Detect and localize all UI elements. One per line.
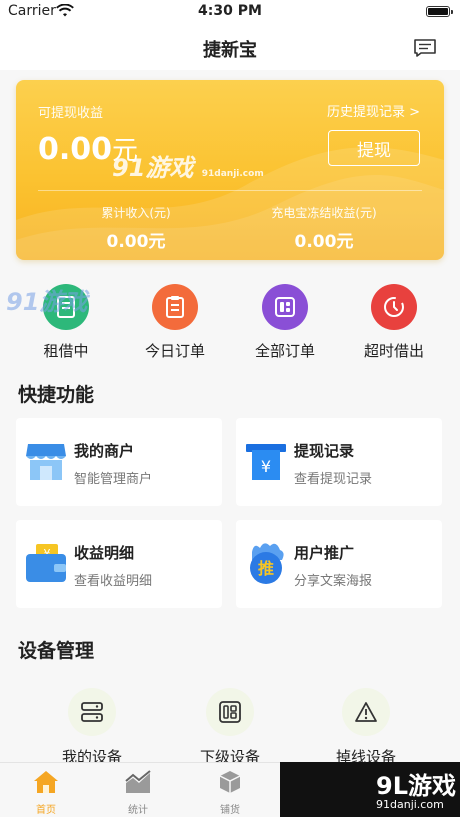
shortcut-user-promotion-title: 用户推广 (294, 544, 355, 562)
device-sub-devices[interactable]: 下级设备 (170, 688, 290, 767)
cumulative-income: 累计收入(元) 0.00元 (36, 204, 236, 252)
quick-actions: 租借中 今日订单 全部订单 超时借出 (0, 280, 460, 360)
quick-action-renting-label: 租借中 (43, 342, 89, 360)
devices-title: 设备管理 (18, 640, 95, 662)
battery-icon (426, 6, 453, 17)
card-divider (38, 190, 422, 191)
quick-action-today-label: 今日订单 (144, 342, 205, 360)
chart-icon (125, 770, 151, 793)
shortcut-my-merchants-subtitle: 智能管理商户 (74, 472, 153, 487)
devices-icon (219, 701, 241, 723)
watermark-corner: 9L游戏 91danji.com (280, 762, 460, 817)
quick-action-today-circle (152, 284, 198, 330)
device-offline-devices[interactable]: 掉线设备 (306, 688, 426, 767)
warning-icon (355, 702, 377, 722)
quick-action-overdue[interactable]: 超时借出 (344, 280, 444, 361)
shortcut-withdraw-records-subtitle: 查看提现记录 (294, 472, 373, 487)
shortcut-user-promotion[interactable]: 推 用户推广 分享文案海报 (236, 520, 442, 608)
tab-stock[interactable]: 铺货 (200, 769, 260, 816)
quick-action-all-orders[interactable]: 全部订单 (235, 280, 335, 361)
shortcut-earnings-detail-subtitle: 查看收益明细 (74, 574, 153, 589)
svg-text:¥: ¥ (261, 457, 271, 476)
watermark-corner-logo: 9L游戏 (376, 772, 456, 800)
shortcut-earnings-detail[interactable]: ¥ 收益明细 查看收益明细 (16, 520, 222, 608)
box-icon (219, 771, 241, 793)
device-icon (57, 296, 75, 318)
shortcut-earnings-detail-title: 收益明细 (74, 544, 135, 562)
frozen-income-value: 0.00元 (294, 232, 354, 252)
tab-home-label: 首页 (36, 805, 56, 816)
withdrawable-amount: 0.00元 (38, 130, 138, 167)
nav-bar: 捷新宝 (0, 26, 460, 70)
withdrawable-amount-unit: 元 (112, 136, 139, 166)
shortcut-my-merchants[interactable]: 我的商户 智能管理商户 (16, 418, 222, 506)
clock-time: 4:30 PM (198, 3, 262, 19)
offline-devices-circle (342, 688, 390, 736)
quick-action-today-orders[interactable]: 今日订单 (125, 280, 225, 361)
shortcut-withdraw-records-title: 提现记录 (294, 442, 355, 460)
quick-action-renting-circle (43, 284, 89, 330)
my-devices-circle (68, 688, 116, 736)
sub-devices-circle (206, 688, 254, 736)
shortcut-user-promotion-subtitle: 分享文案海报 (294, 574, 373, 589)
wallet-icon: ¥ (26, 544, 66, 582)
withdraw-record-icon: ¥ (246, 444, 286, 480)
tab-home[interactable]: 首页 (16, 769, 76, 816)
cumulative-income-label: 累计收入(元) (101, 206, 171, 220)
clock-icon (384, 297, 404, 317)
quick-action-overdue-label: 超时借出 (363, 342, 424, 360)
shortcuts-title: 快捷功能 (18, 384, 95, 406)
store-icon (26, 444, 66, 480)
withdraw-history-link[interactable]: 历史提现记录 > (327, 101, 420, 120)
earnings-card: 可提现收益 历史提现记录 > 0.00元 提现 累计收入(元) 0.00元 充电… (16, 80, 444, 260)
tab-stats[interactable]: 统计 (108, 769, 168, 816)
status-bar: Carrier 4:30 PM (0, 0, 460, 26)
cumulative-income-value: 0.00元 (106, 232, 166, 252)
withdraw-button[interactable]: 提现 (328, 130, 420, 166)
server-icon (81, 702, 103, 722)
tab-stock-label: 铺货 (220, 805, 240, 816)
quick-action-all-label: 全部订单 (254, 342, 315, 360)
watermark-corner-url: 91danji.com (376, 798, 444, 811)
promote-icon: 推 (250, 543, 284, 584)
page-title: 捷新宝 (203, 40, 257, 61)
clipboard-icon (166, 296, 184, 318)
withdrawable-amount-value: 0.00 (38, 132, 113, 167)
grid-icon (275, 297, 295, 317)
frozen-income: 充电宝冻结收益(元) 0.00元 (224, 204, 424, 252)
shortcut-my-merchants-title: 我的商户 (74, 442, 135, 460)
message-icon[interactable] (414, 39, 436, 57)
device-my-devices[interactable]: 我的设备 (32, 688, 152, 767)
frozen-income-label: 充电宝冻结收益(元) (271, 206, 377, 220)
home-icon (34, 771, 58, 793)
withdrawable-label: 可提现收益 (38, 106, 104, 121)
quick-action-all-circle (262, 284, 308, 330)
promote-badge: 推 (258, 559, 274, 578)
shortcut-withdraw-records[interactable]: ¥ 提现记录 查看提现记录 (236, 418, 442, 506)
quick-action-renting[interactable]: 租借中 (16, 280, 116, 361)
tab-stats-label: 统计 (128, 805, 148, 816)
quick-action-overdue-circle (371, 284, 417, 330)
